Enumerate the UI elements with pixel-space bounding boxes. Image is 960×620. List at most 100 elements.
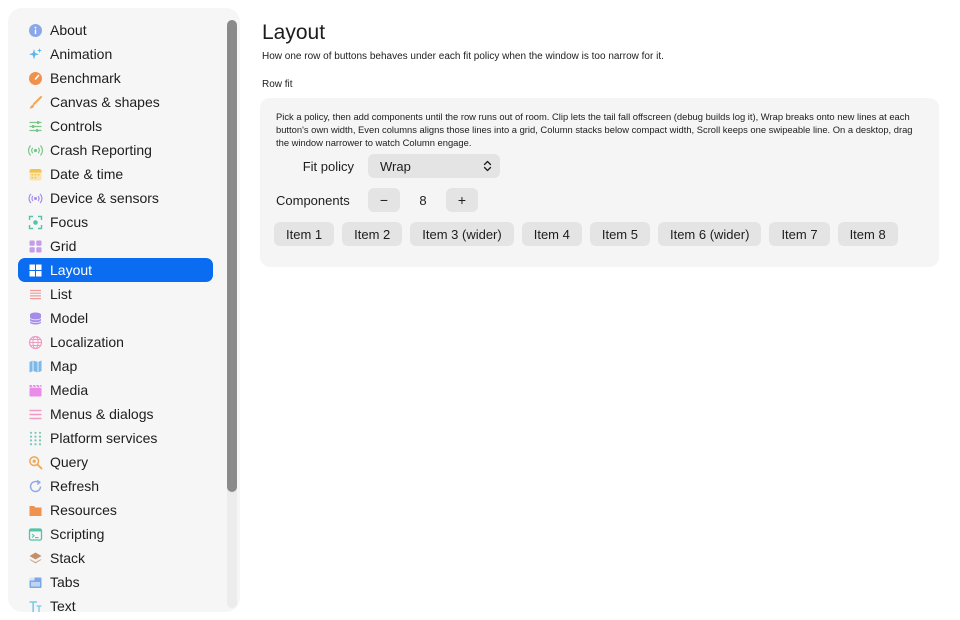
sparkles-icon xyxy=(28,47,43,62)
sidebar-item-label: Date & time xyxy=(50,166,124,182)
item-button-3[interactable]: Item 3 (wider) xyxy=(410,222,514,246)
sidebar-item-label: Text xyxy=(50,598,76,612)
components-row: Components − 8 + xyxy=(276,188,925,212)
sidebar-item-label: Focus xyxy=(50,214,89,230)
items-row: Item 1 Item 2 Item 3 (wider) Item 4 Item 5 It… xyxy=(274,222,925,246)
card-description: Pick a policy, then add components until… xyxy=(276,111,913,148)
item-button-6[interactable]: Item 6 (wider) xyxy=(657,222,762,246)
sidebar-item-benchmark[interactable]: Benchmark xyxy=(18,66,213,90)
item-button-7[interactable]: Item 7 xyxy=(769,222,830,246)
sidebar-item-label: Map xyxy=(50,358,78,374)
map-icon xyxy=(28,359,43,374)
fit-policy-row: Fit policy Wrap xyxy=(276,154,925,178)
page-title: Layout xyxy=(262,21,326,44)
sidebar-item-grid[interactable]: Grid xyxy=(18,234,213,258)
sidebar-item-tabs[interactable]: Tabs xyxy=(18,570,213,594)
sidebar-item-platform-services[interactable]: Platform services xyxy=(18,426,213,450)
sidebar-item-list[interactable]: List xyxy=(18,282,213,306)
sidebar-item-label: Crash Reporting xyxy=(50,142,152,158)
magnifier-icon xyxy=(28,455,43,470)
sidebar-item-text[interactable]: Text xyxy=(18,594,213,612)
sidebar-item-resources[interactable]: Resources xyxy=(18,498,213,522)
sidebar-scrollbar[interactable] xyxy=(227,20,237,608)
sidebar-item-label: Model xyxy=(50,310,89,326)
sidebar-item-about[interactable]: About xyxy=(18,18,213,42)
tabs-icon xyxy=(28,575,43,590)
item-button-5[interactable]: Item 5 xyxy=(589,222,650,246)
decrement-button[interactable]: − xyxy=(368,188,400,212)
sliders-icon xyxy=(28,119,43,134)
page-subtitle: How one row of buttons behaves under eac… xyxy=(262,51,664,62)
sidebar-item-label: About xyxy=(50,22,87,38)
sidebar-item-controls[interactable]: Controls xyxy=(18,114,213,138)
main-content: Layout How one row of buttons behaves un… xyxy=(260,18,942,267)
sidebar-item-focus[interactable]: Focus xyxy=(18,210,213,234)
fit-policy-label: Fit policy xyxy=(302,158,354,174)
sidebar-item-animation[interactable]: Animation xyxy=(18,42,213,66)
menu-icon xyxy=(28,407,43,422)
sidebar-item-label: Grid xyxy=(50,238,77,254)
components-count: 8 xyxy=(419,192,427,208)
info-icon xyxy=(28,23,43,38)
sidebar-item-media[interactable]: Media xyxy=(18,378,213,402)
sidebar-item-label: Device & sensors xyxy=(50,190,159,206)
clapperboard-icon xyxy=(28,383,43,398)
list-icon xyxy=(28,287,43,302)
sidebar-item-query[interactable]: Query xyxy=(18,450,213,474)
row-fit-card: Pick a policy, then add components until… xyxy=(260,98,939,267)
layout-icon xyxy=(28,263,43,278)
sidebar-item-device-and-sensors[interactable]: Device & sensors xyxy=(18,186,213,210)
dots-grid-icon xyxy=(28,431,43,446)
sidebar-item-label: Menus & dialogs xyxy=(50,406,154,422)
sidebar-item-label: Localization xyxy=(50,334,124,350)
sidebar-item-label: Media xyxy=(50,382,89,398)
sidebar-item-label: Scripting xyxy=(50,526,105,542)
sidebar-item-map[interactable]: Map xyxy=(18,354,213,378)
fit-policy-value: Wrap xyxy=(380,158,411,174)
sidebar-item-scripting[interactable]: Scripting xyxy=(18,522,213,546)
database-icon xyxy=(28,311,43,326)
sidebar-item-date-and-time[interactable]: Date & time xyxy=(18,162,213,186)
sidebar-item-label: List xyxy=(50,286,72,302)
sidebar-item-menus-and-dialogs[interactable]: Menus & dialogs xyxy=(18,402,213,426)
sidebar-item-refresh[interactable]: Refresh xyxy=(18,474,213,498)
sidebar-item-model[interactable]: Model xyxy=(18,306,213,330)
sidebar-item-label: Canvas & shapes xyxy=(50,94,160,110)
sensor-icon xyxy=(28,191,43,206)
sidebar-list: About Animation Benchmark Canvas & shapes Co… xyxy=(18,18,213,612)
calendar-icon xyxy=(28,167,43,182)
sidebar-item-label: Benchmark xyxy=(50,70,121,86)
item-button-2[interactable]: Item 2 xyxy=(342,222,403,246)
chevron-up-down-icon xyxy=(483,160,492,172)
sidebar-item-crash-reporting[interactable]: Crash Reporting xyxy=(18,138,213,162)
section-label: Row fit xyxy=(262,79,293,90)
sidebar-item-canvas-and-shapes[interactable]: Canvas & shapes xyxy=(18,90,213,114)
sidebar-item-stack[interactable]: Stack xyxy=(18,546,213,570)
sidebar-item-layout[interactable]: Layout xyxy=(18,258,213,282)
item-button-1[interactable]: Item 1 xyxy=(274,222,335,246)
text-icon xyxy=(28,599,43,613)
layers-icon xyxy=(28,551,43,566)
folder-icon xyxy=(28,503,43,518)
brush-icon xyxy=(28,95,43,110)
grid-icon xyxy=(28,239,43,254)
components-label: Components xyxy=(276,192,350,208)
increment-button[interactable]: + xyxy=(446,188,478,212)
refresh-icon xyxy=(28,479,43,494)
sidebar-item-label: Animation xyxy=(50,46,113,62)
focus-icon xyxy=(28,215,43,230)
item-button-8[interactable]: Item 8 xyxy=(837,222,898,246)
sidebar-item-label: Resources xyxy=(50,502,117,518)
terminal-icon xyxy=(28,527,43,542)
sidebar-item-localization[interactable]: Localization xyxy=(18,330,213,354)
fit-policy-select[interactable]: Wrap xyxy=(368,154,500,178)
sidebar-item-label: Refresh xyxy=(50,478,100,494)
globe-icon xyxy=(28,335,43,350)
sidebar: About Animation Benchmark Canvas & shapes Co… xyxy=(8,8,240,612)
sidebar-scrollbar-thumb[interactable] xyxy=(227,20,237,492)
sidebar-item-label: Query xyxy=(50,454,89,470)
sidebar-item-label: Controls xyxy=(50,118,103,134)
item-button-4[interactable]: Item 4 xyxy=(521,222,582,246)
gauge-icon xyxy=(28,71,43,86)
sidebar-item-label: Stack xyxy=(50,550,86,566)
